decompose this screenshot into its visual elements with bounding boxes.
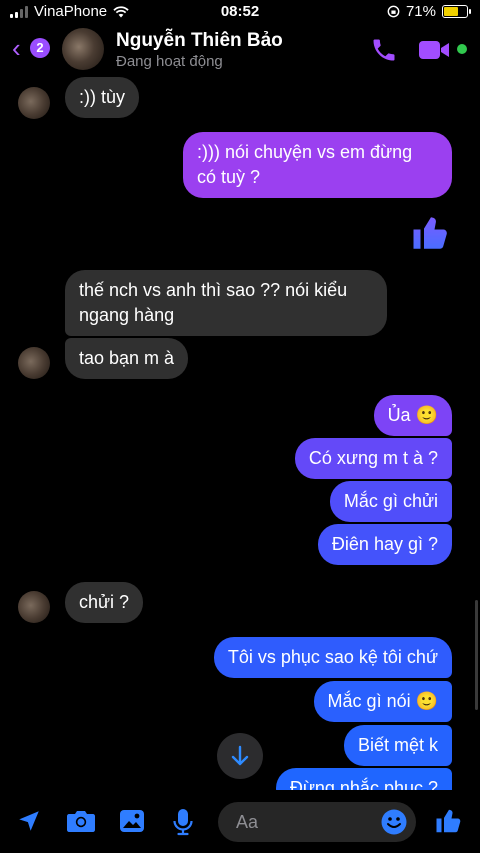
arrow-down-icon	[231, 745, 249, 766]
message-input-placeholder: Aa	[236, 812, 259, 832]
battery-percent: 71%	[405, 3, 436, 20]
scroll-to-bottom-button[interactable]	[217, 733, 263, 779]
emoji-icon[interactable]	[380, 808, 408, 836]
message-bubble[interactable]: tao bạn m à	[65, 338, 189, 379]
photo-icon[interactable]	[118, 808, 146, 834]
message-bubble[interactable]: chửi ?	[65, 582, 144, 623]
phone-call-icon[interactable]	[370, 36, 398, 64]
sender-avatar[interactable]	[18, 347, 50, 379]
message-line: có tuỳ ?	[197, 167, 261, 187]
message-bubble[interactable]: Mắc gì nói 🙂	[313, 681, 452, 722]
message-line: thế nch vs anh thì sao ?? nói kiểu	[79, 280, 348, 300]
message-bubble[interactable]: :)) tùy	[65, 77, 140, 118]
sender-avatar[interactable]	[18, 87, 50, 119]
orientation-lock-icon	[387, 5, 400, 18]
battery-level	[444, 7, 459, 16]
conversation-header: ‹ 2 Nguyễn Thiên Bảo Đang hoạt động	[0, 24, 480, 72]
battery-icon	[442, 5, 471, 18]
contact-avatar[interactable]	[62, 28, 104, 70]
status-bar: VinaPhone 08:52 71%	[0, 0, 480, 26]
message-bubble[interactable]: Tôi vs phục sao kệ tôi chứ	[213, 637, 452, 678]
scrollbar[interactable]	[475, 600, 478, 710]
message-bubble[interactable]: Có xưng m t à ?	[294, 438, 452, 479]
location-arrow-icon[interactable]	[16, 808, 42, 834]
message-bubble[interactable]: Biết mệt k	[343, 725, 452, 766]
camera-icon[interactable]	[66, 808, 96, 834]
message-bubble[interactable]: thế nch vs anh thì sao ?? nói kiểu ngang…	[65, 270, 387, 336]
message-line: ngang hàng	[79, 305, 175, 325]
thumbs-up-icon[interactable]	[434, 806, 464, 836]
contact-status: Đang hoạt động	[116, 53, 223, 70]
message-input[interactable]: Aa	[218, 802, 416, 842]
message-line: :))) nói chuyện vs em đừng	[197, 142, 413, 162]
back-button[interactable]: ‹	[12, 35, 21, 61]
online-indicator	[457, 44, 467, 54]
unread-badge[interactable]: 2	[30, 38, 50, 58]
contact-name[interactable]: Nguyễn Thiên Bảo	[116, 30, 283, 52]
message-composer: Aa	[0, 790, 480, 853]
sender-avatar[interactable]	[18, 591, 50, 623]
thumbs-up-icon[interactable]	[410, 212, 452, 254]
message-bubble[interactable]: Điên hay gì ?	[317, 524, 452, 565]
message-bubble[interactable]: Ủa 🙂	[373, 395, 452, 436]
message-bubble[interactable]: Mắc gì chửi	[329, 481, 452, 522]
microphone-icon[interactable]	[172, 808, 194, 836]
video-call-icon[interactable]	[418, 38, 452, 62]
message-bubble[interactable]: :))) nói chuyện vs em đừng có tuỳ ?	[183, 132, 452, 198]
